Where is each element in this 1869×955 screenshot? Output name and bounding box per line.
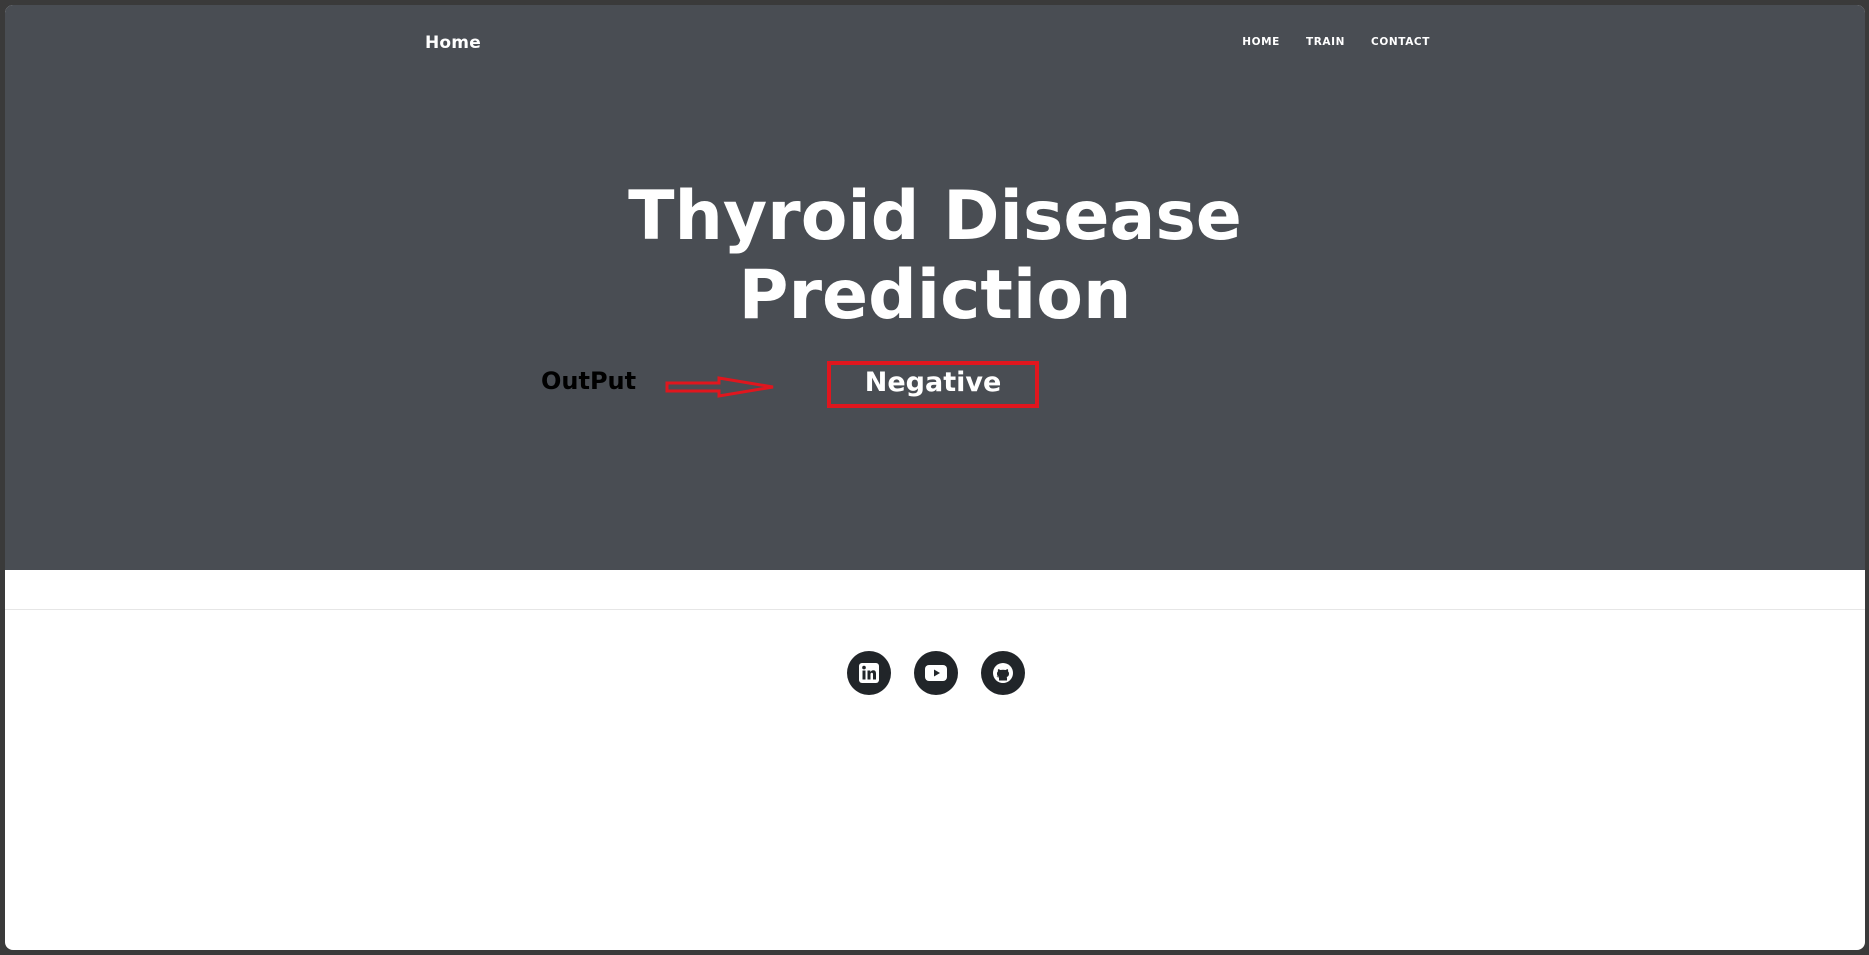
hero-section: Home HOME TRAIN CONTACT Thyroid Disease … <box>5 5 1865 570</box>
nav-link-home[interactable]: HOME <box>1242 36 1280 48</box>
linkedin-icon <box>859 663 879 683</box>
arrow-right-icon <box>665 376 774 398</box>
title-line-2: Prediction <box>738 256 1132 335</box>
output-label: OutPut <box>541 367 637 395</box>
footer-divider <box>5 609 1865 610</box>
prediction-result: Negative <box>827 361 1039 408</box>
title-line-1: Thyroid Disease <box>628 177 1242 256</box>
nav-link-contact[interactable]: CONTACT <box>1371 36 1430 48</box>
social-links <box>847 651 1025 695</box>
github-icon <box>993 663 1013 683</box>
browser-viewport: Home HOME TRAIN CONTACT Thyroid Disease … <box>5 5 1865 950</box>
github-link[interactable] <box>981 651 1025 695</box>
brand-link[interactable]: Home <box>425 33 481 53</box>
page-title: Thyroid Disease Prediction <box>5 177 1865 335</box>
youtube-link[interactable] <box>914 651 958 695</box>
linkedin-link[interactable] <box>847 651 891 695</box>
main-nav: HOME TRAIN CONTACT <box>1242 36 1430 48</box>
nav-link-train[interactable]: TRAIN <box>1306 36 1345 48</box>
youtube-icon <box>925 665 947 681</box>
